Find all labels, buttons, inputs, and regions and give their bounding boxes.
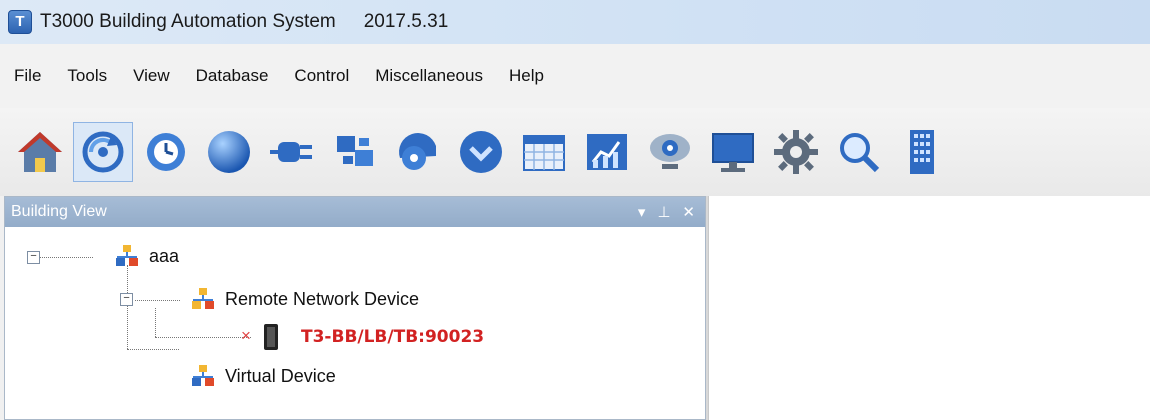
dial-button[interactable] <box>451 122 511 182</box>
network-scan-icon <box>82 131 124 173</box>
tree-connector <box>155 308 156 337</box>
building-icon <box>910 130 934 174</box>
sphere-button[interactable] <box>199 122 259 182</box>
window-title: T3000 Building Automation System <box>40 11 336 32</box>
tree-expander-remote[interactable]: − <box>120 293 133 306</box>
title-bar: T T3000 Building Automation System 2017.… <box>0 0 1150 44</box>
tree-connector <box>127 265 128 349</box>
tree-node-label: aaa <box>149 245 180 266</box>
building-view-panel: Building View ▾ ⊥ ✕ − aaa − Remote Netwo… <box>4 196 706 420</box>
schedule-clock-icon <box>147 133 185 171</box>
gear-icon <box>774 130 818 174</box>
network-icon <box>192 365 214 386</box>
tree-node-label: Remote Network Device <box>225 288 420 309</box>
tree-connector <box>127 349 179 350</box>
tree-connector <box>35 257 93 258</box>
building-tree: − aaa − Remote Network Device × T3-BB/LB… <box>5 227 705 420</box>
tree-node-label: T3-BB/LB/TB:90023 <box>301 327 485 347</box>
connection-icon <box>337 136 373 166</box>
panel-menu-icon[interactable]: ▾ <box>638 203 646 221</box>
app-logo-icon: T <box>8 10 32 34</box>
calendar-button[interactable] <box>514 122 574 182</box>
tree-node-label: Virtual Device <box>225 365 336 386</box>
search-icon <box>840 133 880 173</box>
menu-tools[interactable]: Tools <box>65 64 109 88</box>
monitor-icon <box>712 133 754 172</box>
network-icon <box>116 245 138 266</box>
panel-controls: ▾ ⊥ ✕ <box>626 203 695 221</box>
window-version: 2017.5.31 <box>363 11 449 32</box>
tree-node-aaa[interactable]: aaa <box>115 244 179 268</box>
menu-control[interactable]: Control <box>292 64 351 88</box>
tree-node-remote-network-device[interactable]: Remote Network Device <box>191 287 419 311</box>
fan-button[interactable] <box>388 122 448 182</box>
tree-node-virtual-device[interactable]: Virtual Device <box>191 364 336 388</box>
toolbar <box>0 108 1150 196</box>
search-button[interactable] <box>829 122 889 182</box>
building-button[interactable] <box>892 122 952 182</box>
tree-connector <box>135 300 180 301</box>
webcam-button[interactable] <box>640 122 700 182</box>
settings-button[interactable] <box>766 122 826 182</box>
menu-file[interactable]: File <box>12 64 43 88</box>
panel-pin-icon[interactable]: ⊥ <box>657 203 670 221</box>
home-button[interactable] <box>10 122 70 182</box>
schedule-button[interactable] <box>136 122 196 182</box>
dial-icon <box>460 131 502 173</box>
menu-view[interactable]: View <box>131 64 172 88</box>
trend-chart-button[interactable] <box>577 122 637 182</box>
menu-help[interactable]: Help <box>507 64 546 88</box>
plug-button[interactable] <box>262 122 322 182</box>
main-content-pane <box>708 196 1150 420</box>
network-scan-button[interactable] <box>73 122 133 182</box>
panel-header: Building View ▾ ⊥ ✕ <box>5 197 705 227</box>
tree-connector <box>155 337 251 338</box>
calendar-icon <box>523 135 565 171</box>
sphere-icon <box>208 131 250 173</box>
monitor-button[interactable] <box>703 122 763 182</box>
trend-chart-icon <box>587 134 627 170</box>
menu-database[interactable]: Database <box>194 64 271 88</box>
panel-close-icon[interactable]: ✕ <box>682 203 695 221</box>
device-offline-icon: × <box>241 326 251 345</box>
plug-icon <box>270 142 312 162</box>
connection-button[interactable] <box>325 122 385 182</box>
menu-bar: File Tools View Database Control Miscell… <box>0 44 1150 108</box>
fan-icon <box>399 133 436 170</box>
home-icon <box>18 132 62 172</box>
controller-device-icon <box>264 324 278 350</box>
tree-node-device[interactable]: T3-BB/LB/TB:90023 <box>263 323 484 351</box>
tree-expander-aaa[interactable]: − <box>27 251 40 264</box>
webcam-icon <box>650 134 690 169</box>
panel-title: Building View <box>11 203 107 220</box>
menu-miscellaneous[interactable]: Miscellaneous <box>373 64 485 88</box>
network-icon <box>192 288 214 309</box>
